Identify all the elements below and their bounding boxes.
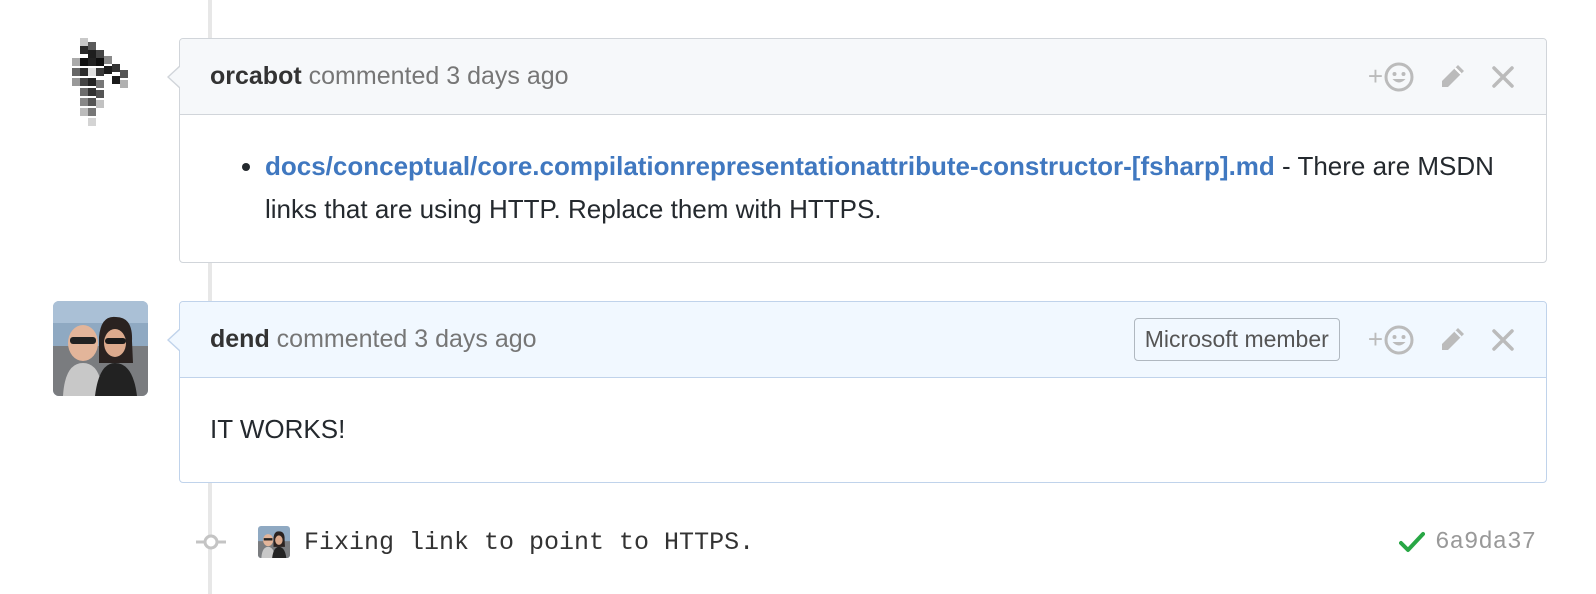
comment-actions: + xyxy=(1368,61,1516,93)
pencil-icon xyxy=(1442,327,1464,350)
comment-time[interactable]: 3 days ago xyxy=(414,325,536,353)
comment-dend: dend commented 3 days ago Microsoft memb… xyxy=(167,301,1547,483)
smiley-icon xyxy=(1384,62,1414,91)
commit-row: Fixing link to point to HTTPS. 6a9da37 xyxy=(196,520,1536,564)
comment-author[interactable]: dend xyxy=(210,325,270,353)
comment-body: docs/conceptual/core.compilationrepresen… xyxy=(180,115,1546,261)
dend-avatar[interactable] xyxy=(53,301,148,396)
orca-image xyxy=(72,38,128,126)
file-link[interactable]: docs/conceptual/core.compilationrepresen… xyxy=(265,151,1275,181)
commit-author-avatar[interactable] xyxy=(258,526,290,558)
dend-photo xyxy=(53,301,148,396)
list-item: docs/conceptual/core.compilationrepresen… xyxy=(265,145,1516,231)
git-commit-icon xyxy=(196,532,226,552)
comment-orcabot: orcabot commented 3 days ago + • docs/co… xyxy=(167,38,1547,263)
orcabot-avatar[interactable] xyxy=(62,36,134,132)
close-icon xyxy=(1492,328,1514,351)
comment-header: orcabot commented 3 days ago + xyxy=(180,39,1546,115)
commit-status: 6a9da37 xyxy=(1399,529,1536,556)
comment-header: dend commented 3 days ago Microsoft memb… xyxy=(180,302,1546,378)
delete-button[interactable] xyxy=(1490,64,1516,90)
add-reaction-button[interactable]: + xyxy=(1368,61,1414,92)
smiley-icon xyxy=(1384,325,1414,354)
add-reaction-button[interactable]: + xyxy=(1368,324,1414,355)
comment-action: commented xyxy=(276,325,408,353)
reaction-plus-label: + xyxy=(1367,61,1383,91)
comment-actions: Microsoft member + xyxy=(1133,318,1516,361)
comment-body: IT WORKS! xyxy=(180,378,1546,481)
comment-author[interactable]: orcabot xyxy=(210,62,302,90)
member-badge: Microsoft member xyxy=(1133,318,1340,361)
pencil-icon xyxy=(1442,64,1464,87)
comment-action: commented xyxy=(308,62,440,90)
comment-meta: orcabot commented 3 days ago xyxy=(210,62,1368,91)
edit-button[interactable] xyxy=(1436,61,1468,93)
delete-button[interactable] xyxy=(1490,327,1516,353)
reaction-plus-label: + xyxy=(1367,324,1383,354)
commit-message[interactable]: Fixing link to point to HTTPS. xyxy=(304,528,1399,557)
check-icon[interactable] xyxy=(1399,531,1426,553)
comment-meta: dend commented 3 days ago xyxy=(210,325,1134,354)
comment-time[interactable]: 3 days ago xyxy=(446,62,568,90)
commit-sha[interactable]: 6a9da37 xyxy=(1435,529,1536,556)
comment-text: IT WORKS! xyxy=(210,414,346,444)
close-icon xyxy=(1492,65,1514,88)
edit-button[interactable] xyxy=(1436,324,1468,356)
